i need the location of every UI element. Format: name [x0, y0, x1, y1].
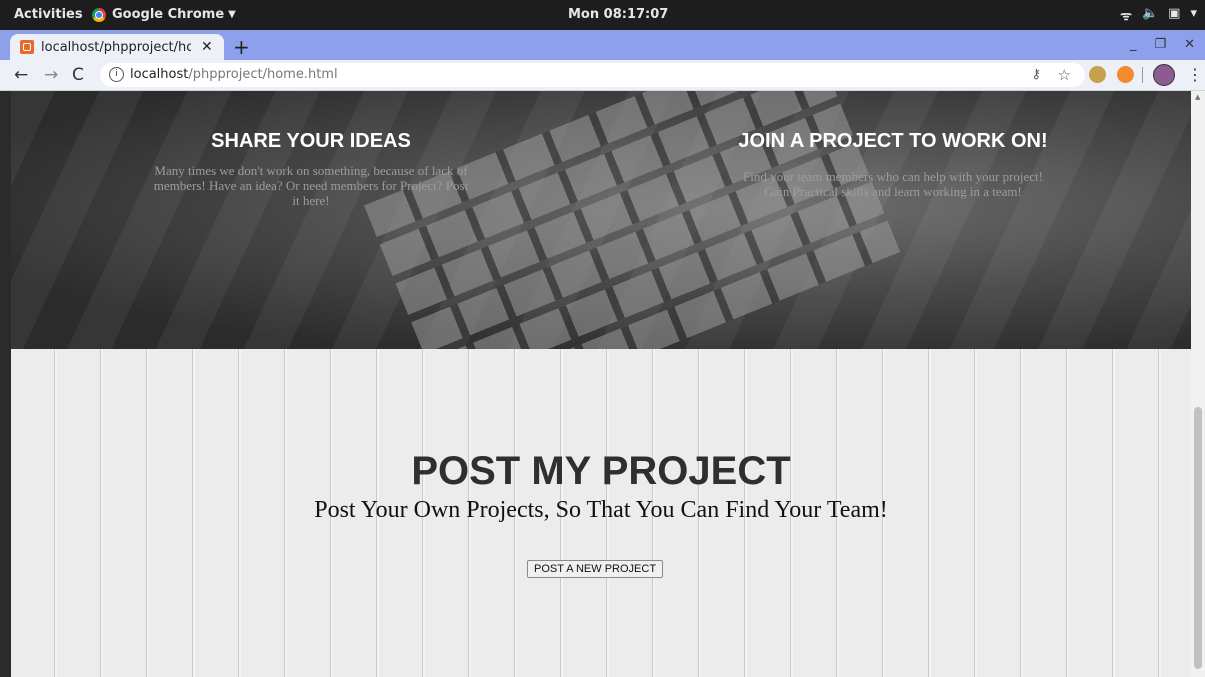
system-tray[interactable]: ᯤ 🔈 ▣ ▾	[1120, 6, 1197, 24]
minimize-icon[interactable]: _	[1130, 37, 1137, 52]
reload-icon[interactable]: C	[72, 65, 84, 85]
app-menu[interactable]: Google Chrome ▼	[92, 7, 236, 22]
address-bar[interactable]: i localhost/phpproject/home.html ⚷ ☆	[100, 63, 1085, 87]
join-project-text: Find your team members who can help with…	[742, 169, 1043, 199]
volume-icon: 🔈	[1141, 6, 1159, 21]
share-ideas-text: Many times we don't work on something, b…	[153, 163, 469, 208]
close-window-icon[interactable]: ✕	[1184, 37, 1195, 52]
clock[interactable]: Mon 08:17:07	[568, 7, 668, 22]
post-project-heading: POST MY PROJECT	[411, 449, 791, 493]
extension-icon[interactable]	[1117, 66, 1134, 83]
battery-icon: ▣	[1168, 6, 1181, 21]
post-project-subtitle: Post Your Own Projects, So That You Can …	[314, 497, 888, 523]
wifi-icon: ᯤ	[1120, 9, 1132, 24]
activities-button[interactable]: Activities	[14, 7, 83, 22]
url-path: /phpproject/home.html	[188, 67, 338, 82]
join-project-block: JOIN A PROJECT TO WORK ON! Find your tea…	[738, 129, 1048, 199]
post-project-section: POST MY PROJECT Post Your Own Projects, …	[11, 349, 1191, 677]
page-scrollbar[interactable]: ▲	[1191, 91, 1205, 677]
system-menu-arrow-icon: ▾	[1190, 6, 1197, 21]
post-new-project-button[interactable]: POST A NEW PROJECT	[527, 560, 664, 578]
site-info-icon[interactable]: i	[109, 67, 124, 82]
scrollbar-thumb[interactable]	[1194, 407, 1202, 669]
scroll-up-arrow-icon[interactable]: ▲	[1195, 93, 1200, 101]
new-tab-button[interactable]: +	[233, 35, 250, 59]
join-project-heading: JOIN A PROJECT TO WORK ON!	[738, 130, 1048, 152]
close-tab-icon[interactable]: ✕	[201, 39, 213, 55]
kebab-menu-icon[interactable]: ⋮	[1187, 65, 1203, 84]
browser-toolbar: ← → C i localhost/phpproject/home.html ⚷ …	[0, 60, 1205, 91]
back-icon[interactable]: ←	[14, 65, 28, 85]
page-viewport: SHARE YOUR IDEAS Many times we don't wor…	[11, 91, 1191, 677]
app-name: Google Chrome	[112, 7, 225, 22]
hero-section: SHARE YOUR IDEAS Many times we don't wor…	[11, 91, 1191, 432]
favicon-icon	[20, 40, 34, 54]
profile-avatar[interactable]	[1153, 64, 1175, 86]
restore-icon[interactable]: ❐	[1154, 37, 1166, 52]
system-top-bar: Activities Google Chrome ▼ Mon 08:17:07 …	[0, 0, 1205, 30]
share-ideas-heading: SHARE YOUR IDEAS	[211, 130, 411, 152]
chevron-down-icon: ▼	[228, 9, 236, 20]
tab-strip: localhost/phpproject/ho ✕ + _ ❐ ✕	[0, 30, 1205, 60]
password-key-icon[interactable]: ⚷	[1031, 63, 1041, 87]
extension-icon[interactable]	[1089, 66, 1106, 83]
browser-tab[interactable]: localhost/phpproject/ho ✕	[10, 34, 224, 60]
tab-title: localhost/phpproject/ho	[41, 39, 191, 55]
window-controls: _ ❐ ✕	[1130, 37, 1195, 52]
share-ideas-block: SHARE YOUR IDEAS Many times we don't wor…	[151, 129, 471, 208]
bookmark-star-icon[interactable]: ☆	[1058, 63, 1071, 87]
forward-icon[interactable]: →	[44, 65, 58, 85]
toolbar-divider	[1142, 67, 1143, 83]
chrome-logo-icon	[92, 7, 106, 22]
url-host: localhost	[130, 67, 189, 82]
